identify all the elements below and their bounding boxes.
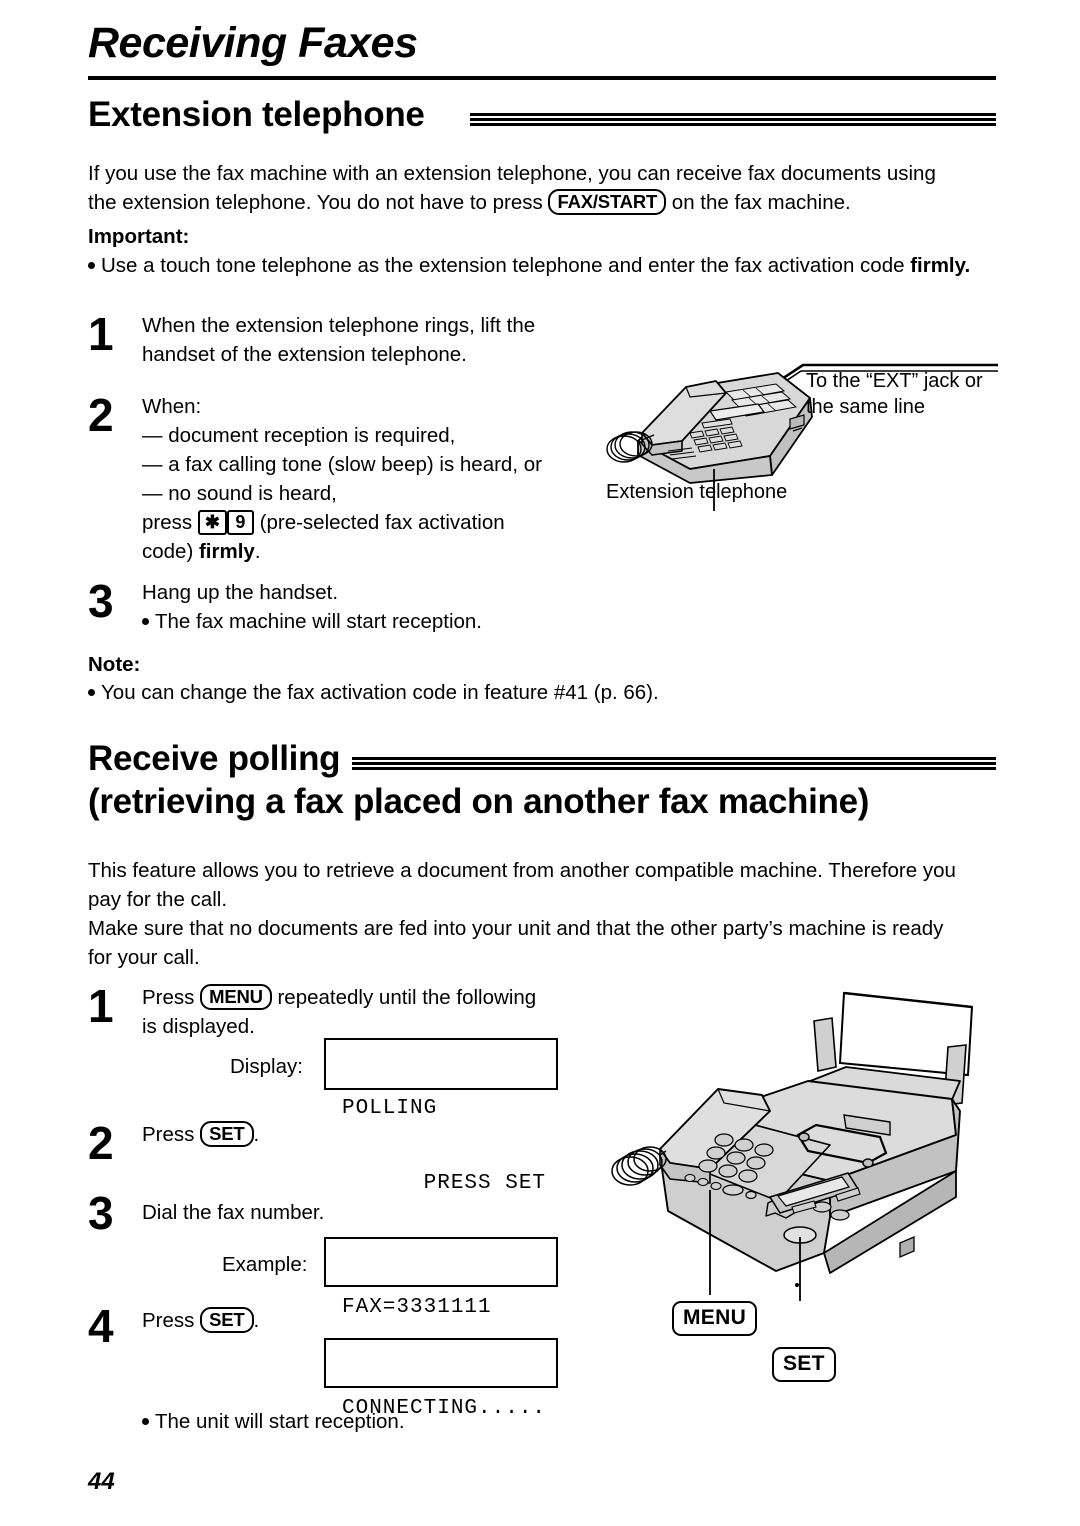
ext-jack-label-line-2: the same line [806,396,925,418]
step-2-line-6: code) firmly. [142,537,582,566]
callout-menu[interactable]: MENU [672,1301,758,1336]
polling-step-1-body: Press MENU repeatedly until the followin… [142,983,592,1041]
important-text-emphasis: firmly. [910,254,971,277]
extension-intro-line-2: the extension telephone. You do not have… [88,188,998,217]
polling-step-2-body: Press SET. [142,1120,592,1149]
polling-step-4-body: Press SET. [142,1306,592,1335]
important-text: Use a touch tone telephone as the extens… [101,254,911,277]
extension-intro-line-2-post: on the fax machine. [671,191,851,214]
nine-key[interactable]: 9 [226,510,254,535]
polling-step-1-line-1: Press MENU repeatedly until the followin… [142,983,592,1012]
step-1-body: When the extension telephone rings, lift… [142,311,572,369]
lcd-display-connecting: CONNECTING..... [324,1338,558,1420]
display-label-1: Display: [230,1055,303,1078]
set-keycap[interactable]: SET [200,1121,254,1147]
important-label: Important: [88,225,190,248]
section-heading-rule-1 [470,113,996,126]
section-heading-extension-telephone: Extension telephone [88,95,425,134]
polling-step-number-1: 1 [88,980,114,1032]
polling-step-2-line-1-post: . [253,1123,260,1146]
note-label: Note: [88,653,141,676]
note-text: You can change the fax activation code i… [101,681,659,704]
step-2-line-2: — document reception is required, [142,424,456,447]
note-bullet: You can change the fax activation code i… [88,678,988,707]
fax-start-keycap[interactable]: FAX/START [548,189,667,215]
extension-intro-line-2-pre: the extension telephone. You do not have… [88,191,543,214]
callout-set[interactable]: SET [772,1347,836,1382]
step-3-body: Hang up the handset. The fax machine wil… [142,578,582,636]
step-2-body: When: — document reception is required, … [142,392,582,566]
menu-keycap[interactable]: MENU [200,984,272,1010]
set-keycap[interactable]: SET [200,1307,254,1333]
polling-step-4-press-label: Press [142,1309,195,1332]
bullet-icon [142,618,149,625]
step-2-line-4: — no sound is heard, [142,482,337,505]
bullet-icon [88,689,95,696]
step-number-2: 2 [88,389,114,441]
step-2-line-5: press ✱ 9 (pre-selected fax activation [142,508,582,537]
fax-machine-illustration [600,985,1000,1305]
bullet-icon [142,1418,149,1425]
polling-step-3-line-1: Dial the fax number. [142,1201,325,1224]
page-number: 44 [88,1468,115,1495]
lcd-display-polling: POLLING PRESS SET [324,1038,558,1195]
polling-step-1-line-2: is displayed. [142,1015,255,1038]
step-number-3: 3 [88,575,114,627]
polling-final-bullet: The unit will start reception. [142,1407,642,1436]
polling-intro: This feature allows you to retrieve a do… [88,856,1008,972]
step-3-line-1: Hang up the handset. [142,581,339,604]
polling-intro-line-3: Make sure that no documents are fed into… [88,917,944,940]
fax-menu-button-on-unit [722,1184,744,1196]
step-number-1: 1 [88,308,114,360]
lcd-line-1: POLLING [342,1097,438,1120]
page-title: Receiving Faxes [88,19,418,67]
display-label-2: Example: [222,1253,308,1276]
star-key[interactable]: ✱ [197,510,227,535]
section-heading-rule-2 [352,757,996,770]
extension-intro-line-1: If you use the fax machine with an exten… [88,162,936,185]
step-2-line-6-emphasis: firmly [198,540,255,563]
polling-step-4-line-1-post: . [253,1309,260,1332]
section-subheading-receive-polling: (retrieving a fax placed on another fax … [88,782,870,821]
step-3-bullet: The fax machine will start reception. [142,607,582,636]
polling-final-bullet-text: The unit will start reception. [155,1410,405,1433]
step-2-press-label: press [142,511,193,534]
chapter-title-rule [88,76,996,80]
polling-step-2-press-label: Press [142,1123,195,1146]
polling-intro-line-2: pay for the call. [88,888,228,911]
polling-step-number-2: 2 [88,1117,114,1169]
polling-intro-line-1: This feature allows you to retrieve a do… [88,859,956,882]
polling-step-4-line-1: Press SET. [142,1306,592,1335]
ext-jack-label-line-1: To the “EXT” jack or [806,370,983,392]
lcd-line-2: PRESS SET [342,1172,547,1195]
step-2-line-1: When: [142,395,202,418]
step-3-bullet-text: The fax machine will start reception. [155,610,482,633]
step-2-line-6-pre: code) [142,540,194,563]
polling-step-number-4: 4 [88,1300,114,1352]
section-heading-receive-polling: Receive polling [88,739,341,778]
step-1-line-1: When the extension telephone rings, lift… [142,314,536,337]
step-2-line-5-post: (pre-selected fax activation [259,511,505,534]
manual-page: Receiving Faxes Extension telephone If y… [0,0,1080,1526]
ext-jack-label: To the “EXT” jack or the same line [806,368,983,420]
step-1-line-2: handset of the extension telephone. [142,343,467,366]
step-2-line-6-post: . [254,540,261,563]
polling-intro-line-4: for your call. [88,946,200,969]
polling-step-2-line-1: Press SET. [142,1120,592,1149]
polling-step-1-line-1-post: repeatedly until the following [277,986,537,1009]
lcd-display-fax-number: FAX=3331111 [324,1237,558,1319]
extension-telephone-label: Extension telephone [606,481,788,503]
step-2-line-3: — a fax calling tone (slow beep) is hear… [142,453,542,476]
polling-step-number-3: 3 [88,1187,114,1239]
bullet-icon [88,262,95,269]
polling-step-1-press-label: Press [142,986,195,1009]
important-bullet: Use a touch tone telephone as the extens… [88,251,1018,280]
polling-step-3-body: Dial the fax number. [142,1198,592,1227]
